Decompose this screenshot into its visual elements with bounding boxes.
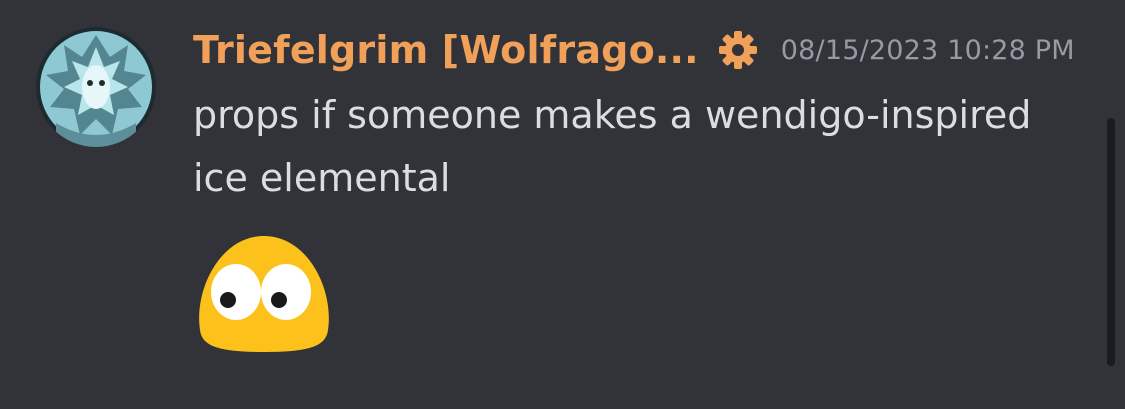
user-avatar[interactable] — [36, 27, 156, 147]
chat-message: Triefelgrim [Wolfrago... 08/15/2023 10:2… — [0, 0, 1125, 409]
message-timestamp: 08/15/2023 10:28 PM — [780, 34, 1075, 66]
gear-icon[interactable] — [717, 29, 759, 71]
message-header: Triefelgrim [Wolfrago... 08/15/2023 10:2… — [193, 24, 1075, 76]
avatar-icon — [36, 27, 156, 147]
username[interactable]: Triefelgrim [Wolfrago... — [193, 28, 699, 72]
googly-eyes-blob-emoji[interactable] — [190, 230, 338, 358]
scrollbar[interactable] — [1107, 118, 1115, 366]
message-content: props if someone makes a wendigo-inspire… — [193, 93, 1032, 200]
